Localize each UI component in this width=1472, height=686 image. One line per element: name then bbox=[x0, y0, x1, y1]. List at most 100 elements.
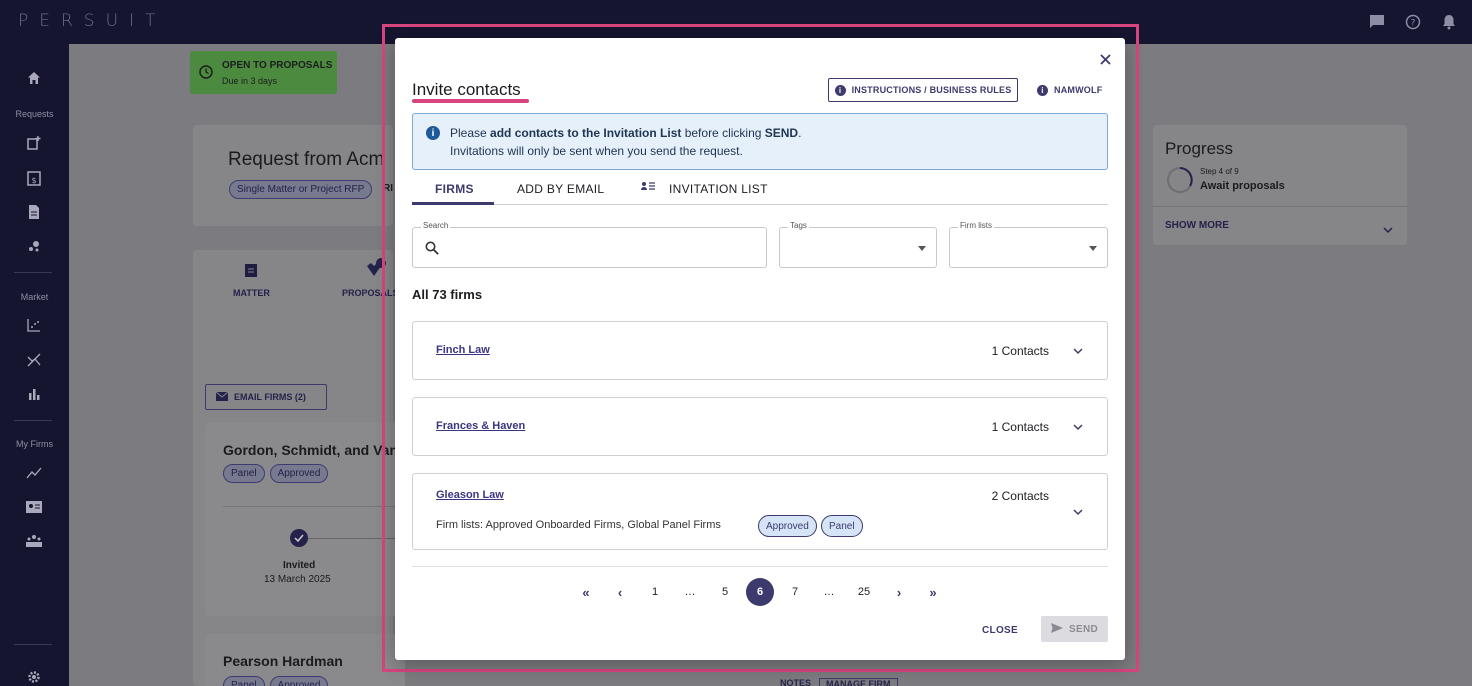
firm-link[interactable]: Finch Law bbox=[436, 344, 490, 356]
dialog-title: Invite contacts bbox=[412, 80, 521, 99]
firm-name: Gordon, Schmidt, and Van bbox=[223, 442, 399, 458]
contacts-count: 2 Contacts bbox=[991, 489, 1049, 503]
prev-page-icon[interactable]: ‹ bbox=[606, 578, 634, 606]
request-title: Request from Acm bbox=[228, 149, 385, 170]
contacts-count: 1 Contacts bbox=[991, 420, 1049, 434]
firm-row: Finch Law 1 Contacts bbox=[412, 321, 1108, 380]
settings-gear-icon[interactable] bbox=[22, 665, 46, 686]
manage-firm-button[interactable]: MANAGE FIRM bbox=[819, 678, 898, 686]
page-button-current[interactable]: 6 bbox=[746, 578, 774, 606]
progress-step: Step 4 of 9 bbox=[1200, 167, 1239, 176]
nav-section-my-firms: My Firms bbox=[16, 439, 53, 449]
analytics-icon[interactable] bbox=[22, 348, 46, 372]
page-button[interactable]: 1 bbox=[641, 578, 669, 606]
title-underline bbox=[412, 99, 529, 103]
notes-button[interactable]: NOTES bbox=[780, 678, 811, 686]
firm-link[interactable]: Gleason Law bbox=[436, 489, 504, 501]
chevron-down-icon[interactable] bbox=[1071, 505, 1085, 519]
chevron-down-icon[interactable] bbox=[1071, 344, 1085, 358]
search-label: Search bbox=[421, 221, 451, 230]
page-button[interactable]: 25 bbox=[850, 578, 878, 606]
nav-divider bbox=[14, 420, 52, 421]
firm-group-icon[interactable] bbox=[22, 529, 46, 553]
firm-card: Pearson Hardman Panel Approved bbox=[205, 634, 405, 686]
tab-matter[interactable]: MATTER bbox=[233, 288, 270, 298]
close-button[interactable]: CLOSE bbox=[978, 617, 1022, 643]
tags-select[interactable]: Tags bbox=[779, 221, 937, 268]
firm-lists-select[interactable]: Firm lists bbox=[949, 221, 1108, 268]
firm-card: Gordon, Schmidt, and Van Panel Approved … bbox=[205, 422, 408, 616]
send-button[interactable]: SEND bbox=[1041, 616, 1108, 642]
status-due: Due in 3 days bbox=[222, 76, 278, 86]
search-icon bbox=[425, 241, 439, 260]
panel-chip: Panel bbox=[223, 464, 265, 483]
page-button[interactable]: 7 bbox=[781, 578, 809, 606]
panel-chip: Panel bbox=[821, 515, 863, 537]
side-nav: Requests $ Market My Firms bbox=[0, 44, 69, 686]
chevron-down-icon[interactable] bbox=[1383, 221, 1393, 239]
last-page-icon[interactable]: » bbox=[919, 578, 947, 606]
first-page-icon[interactable]: « bbox=[572, 578, 600, 606]
invited-date: 13 March 2025 bbox=[264, 574, 331, 585]
send-icon bbox=[1051, 622, 1063, 636]
show-more-button[interactable]: SHOW MORE bbox=[1165, 220, 1229, 231]
check-icon bbox=[290, 529, 308, 547]
clipboard-icon[interactable] bbox=[245, 263, 257, 282]
request-header-card: Request from Acm Single Matter or Projec… bbox=[193, 125, 393, 226]
approved-chip: Approved bbox=[269, 676, 329, 686]
alert-line-2: Invitations will only be sent when you s… bbox=[450, 144, 743, 158]
namwolf-button[interactable]: i NAMWOLF bbox=[1037, 78, 1102, 102]
home-icon[interactable] bbox=[22, 66, 46, 90]
chevron-down-icon[interactable] bbox=[1071, 420, 1085, 434]
tags-label: Tags bbox=[788, 221, 809, 230]
pagination-divider bbox=[412, 566, 1108, 567]
new-request-icon[interactable] bbox=[22, 131, 46, 155]
active-tab-indicator bbox=[412, 202, 494, 205]
progress-card: Progress Step 4 of 9 Await proposals SHO… bbox=[1153, 125, 1407, 245]
bell-icon[interactable] bbox=[1438, 11, 1460, 33]
scatter-chart-icon[interactable] bbox=[22, 313, 46, 337]
tab-invitation-list[interactable]: INVITATION LIST bbox=[641, 172, 768, 205]
firm-link[interactable]: Frances & Haven bbox=[436, 420, 525, 432]
invite-contacts-dialog: Invite contacts i INSTRUCTIONS / BUSINES… bbox=[395, 38, 1125, 660]
page-ellipsis: … bbox=[684, 586, 696, 598]
progress-ring-icon bbox=[1166, 166, 1194, 199]
email-firms-button[interactable]: EMAIL FIRMS (2) bbox=[205, 384, 327, 410]
search-input[interactable]: Search bbox=[412, 221, 767, 268]
contact-card-icon[interactable] bbox=[22, 495, 46, 519]
chat-icon[interactable] bbox=[1366, 11, 1388, 33]
page-ellipsis: … bbox=[823, 586, 835, 598]
app-logo: PERSUIT bbox=[18, 11, 167, 31]
next-page-icon[interactable]: › bbox=[885, 578, 913, 606]
pagination: « ‹ 1 … 5 6 7 … 25 › » bbox=[395, 578, 1125, 606]
document-icon[interactable] bbox=[22, 200, 46, 224]
mail-icon bbox=[215, 388, 229, 406]
firms-count: All 73 firms bbox=[412, 287, 483, 302]
approved-chip: Approved bbox=[758, 515, 817, 537]
alert-line-1: Please add contacts to the Invitation Li… bbox=[450, 126, 802, 140]
divider bbox=[223, 506, 403, 507]
firm-row: Gleason Law 2 Contacts Firm lists: Appro… bbox=[412, 473, 1108, 550]
bubbles-icon[interactable] bbox=[22, 234, 46, 258]
bar-chart-icon[interactable] bbox=[22, 382, 46, 406]
page-button[interactable]: 5 bbox=[711, 578, 739, 606]
instructions-button[interactable]: i INSTRUCTIONS / BUSINESS RULES bbox=[828, 78, 1018, 102]
nav-divider bbox=[14, 272, 52, 273]
firm-name: Pearson Hardman bbox=[223, 653, 343, 669]
nav-section-market: Market bbox=[20, 292, 49, 302]
trend-icon[interactable] bbox=[22, 461, 46, 485]
svg-text:$: $ bbox=[31, 176, 36, 185]
nav-section-requests: Requests bbox=[15, 109, 54, 119]
contacts-count: 1 Contacts bbox=[991, 344, 1049, 358]
calendar-dollar-icon[interactable]: $ bbox=[22, 166, 46, 190]
dropdown-caret-icon bbox=[1089, 246, 1097, 251]
firm-actions: NOTES MANAGE FIRM bbox=[780, 678, 898, 686]
help-icon[interactable]: ? bbox=[1402, 11, 1424, 33]
invited-label: Invited bbox=[283, 560, 316, 571]
tab-firms[interactable]: FIRMS bbox=[435, 172, 474, 205]
firm-lists-text: Firm lists: Approved Onboarded Firms, Gl… bbox=[436, 519, 721, 531]
close-icon[interactable] bbox=[1096, 50, 1114, 68]
invitation-list-icon bbox=[641, 181, 655, 196]
panel-chip: Panel bbox=[223, 676, 265, 686]
tab-add-by-email[interactable]: ADD BY EMAIL bbox=[517, 172, 604, 205]
